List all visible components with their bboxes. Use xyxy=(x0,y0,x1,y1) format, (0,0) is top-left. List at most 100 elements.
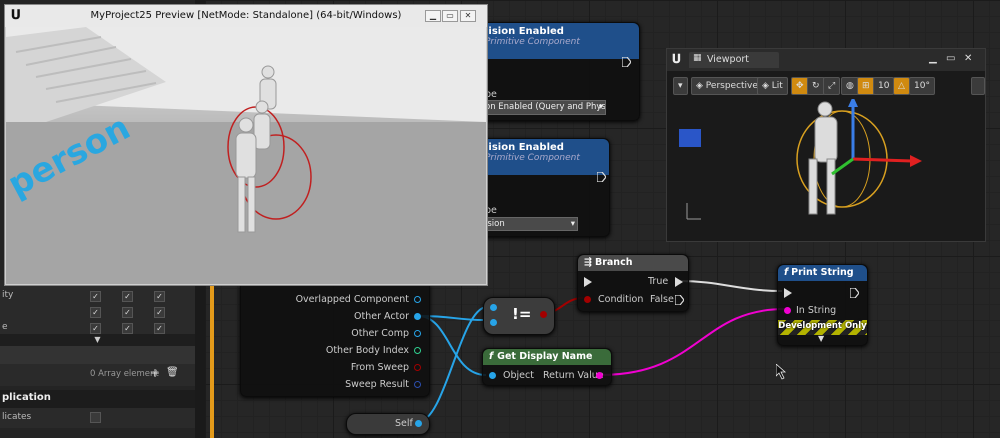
scale-tool-button[interactable]: ⤢ xyxy=(823,77,841,95)
pin-label: True xyxy=(648,276,669,287)
not-equal-node[interactable]: != xyxy=(483,297,555,335)
object-pin[interactable] xyxy=(415,420,422,427)
maximize-button[interactable]: ▭ xyxy=(946,53,955,64)
self-node[interactable]: Self xyxy=(346,413,430,435)
node-title: Get Display Name xyxy=(497,351,593,362)
grid-snap-value[interactable]: 10 xyxy=(873,77,895,95)
node-header: lision Enabled Primitive Component xyxy=(479,139,609,175)
object-pin[interactable] xyxy=(414,296,421,303)
begin-overlap-event-node[interactable]: Overlapped Component Other Actor Other C… xyxy=(240,285,430,397)
object-pin[interactable] xyxy=(490,304,497,311)
viewport-options-button[interactable]: ▾ xyxy=(673,77,688,95)
pin-label: Other Actor xyxy=(354,311,409,322)
string-pin[interactable] xyxy=(784,307,791,314)
pin-label: Other Comp xyxy=(351,328,409,339)
pin-label: Other Body Index xyxy=(325,345,409,356)
int-pin[interactable] xyxy=(414,347,421,354)
object-pin[interactable] xyxy=(414,313,421,320)
perspective-button[interactable]: ◈ Perspective xyxy=(691,77,763,95)
lit-icon: ◈ xyxy=(762,81,772,91)
exec-out-pin[interactable] xyxy=(674,294,685,306)
collision-type-dropdown[interactable]: ision ▾ xyxy=(484,217,578,231)
exec-in-pin[interactable] xyxy=(584,277,592,287)
development-only-banner: Development Only xyxy=(778,320,867,335)
object-pin[interactable] xyxy=(490,319,497,326)
viewport-window[interactable]: 𝐔 ▦ Viewport ▁ ▭ ✕ ▾ ◈ Perspective ◈ Lit… xyxy=(666,48,986,242)
exec-out-pin[interactable] xyxy=(596,171,607,183)
button-label: Lit xyxy=(771,81,783,91)
node-header: f Get Display Name xyxy=(483,349,611,365)
operator-label: != xyxy=(512,305,532,323)
game-view[interactable]: person xyxy=(6,27,486,284)
mouse-cursor-icon xyxy=(776,364,787,380)
banner-label: Development Only xyxy=(778,321,867,331)
viewport-scene xyxy=(679,99,922,220)
set-collision-enabled-node[interactable]: lision Enabled Primitive Component pe is… xyxy=(478,138,610,237)
rotation-snap-value[interactable]: 10° xyxy=(909,77,935,95)
pin-label: Object xyxy=(503,370,534,381)
function-icon: f xyxy=(784,267,789,278)
window-title: MyProject25 Preview [NetMode: Standalone… xyxy=(90,10,402,21)
node-title: lision Enabled xyxy=(485,142,564,153)
node-subtitle: Primitive Component xyxy=(485,37,580,47)
set-collision-enabled-node[interactable]: lision Enabled Primitive Component pe on… xyxy=(478,22,640,121)
object-pin[interactable] xyxy=(414,330,421,337)
minimize-button[interactable]: ▁ xyxy=(929,53,937,64)
chevron-down-icon: ▾ xyxy=(570,219,575,229)
rotation-snap-icon[interactable]: △ xyxy=(893,77,910,95)
node-header: f Print String xyxy=(778,265,867,281)
unreal-logo-icon: 𝐔 xyxy=(672,52,681,66)
exec-out-pin[interactable] xyxy=(675,277,683,287)
viewport-title-bar[interactable]: 𝐔 ▦ Viewport ▁ ▭ ✕ xyxy=(667,49,985,71)
grid-snap-icon[interactable]: ⊞ xyxy=(857,77,875,95)
node-title: lision Enabled xyxy=(485,26,564,37)
close-button[interactable]: ✕ xyxy=(460,10,476,22)
close-button[interactable]: ✕ xyxy=(964,53,972,64)
dropdown-value: on Enabled (Query and Physics) xyxy=(485,102,606,112)
bool-pin[interactable] xyxy=(540,311,547,318)
exec-out-pin[interactable] xyxy=(849,287,860,299)
function-icon: f xyxy=(489,351,494,362)
chevron-down-icon: ▾ xyxy=(598,102,603,112)
rotate-tool-button[interactable]: ↻ xyxy=(807,77,825,95)
node-subtitle: Primitive Component xyxy=(485,153,580,163)
perspective-icon: ◈ xyxy=(696,81,706,91)
unreal-logo-icon: 𝐔 xyxy=(11,8,21,23)
preview-window[interactable]: 𝐔 MyProject25 Preview [NetMode: Standalo… xyxy=(4,4,488,286)
pin-label: False xyxy=(650,294,674,305)
bool-pin[interactable] xyxy=(414,364,421,371)
string-pin[interactable] xyxy=(596,372,603,379)
scrollbar[interactable] xyxy=(971,77,985,95)
get-display-name-node[interactable]: f Get Display Name Object Return Value xyxy=(482,348,612,386)
maximize-button[interactable]: ▭ xyxy=(442,10,458,22)
lit-button[interactable]: ◈ Lit xyxy=(757,77,788,95)
pin-label: Self xyxy=(395,418,413,429)
branch-icon: ⇶ xyxy=(584,257,592,268)
window-title-bar[interactable]: 𝐔 MyProject25 Preview [NetMode: Standalo… xyxy=(5,5,487,27)
tab-label: Viewport xyxy=(707,54,750,65)
object-pin[interactable] xyxy=(489,372,496,379)
node-title: Print String xyxy=(791,267,854,278)
node-title: Branch xyxy=(594,257,633,268)
exec-in-pin[interactable] xyxy=(784,288,792,298)
struct-pin[interactable] xyxy=(414,381,421,388)
pin-label: Sweep Result xyxy=(345,379,409,390)
viewport-tab[interactable]: ▦ Viewport xyxy=(689,52,779,68)
button-label: Perspective xyxy=(705,81,758,91)
pin-label: In String xyxy=(796,305,837,316)
collision-type-dropdown[interactable]: on Enabled (Query and Physics)▾ xyxy=(484,100,606,115)
pin-label: From Sweep xyxy=(350,362,409,373)
print-string-node[interactable]: f Print String In String Development Only… xyxy=(777,264,868,346)
node-header: lision Enabled Primitive Component xyxy=(479,23,639,59)
translate-tool-button[interactable]: ✥ xyxy=(791,77,809,95)
pin-label: Condition xyxy=(598,294,644,305)
pin-label: Overlapped Component xyxy=(295,294,409,305)
pin-label: Return Value xyxy=(543,370,604,381)
exec-out-pin[interactable] xyxy=(621,56,632,68)
node-header: ⇶ Branch xyxy=(578,255,688,271)
branch-node[interactable]: ⇶ Branch True Condition False xyxy=(577,254,689,312)
viewport-icon: ▦ xyxy=(693,53,702,63)
minimize-button[interactable]: ▁ xyxy=(425,10,441,22)
expand-arrow-icon[interactable]: ▼ xyxy=(818,334,824,343)
bool-pin[interactable] xyxy=(584,296,591,303)
